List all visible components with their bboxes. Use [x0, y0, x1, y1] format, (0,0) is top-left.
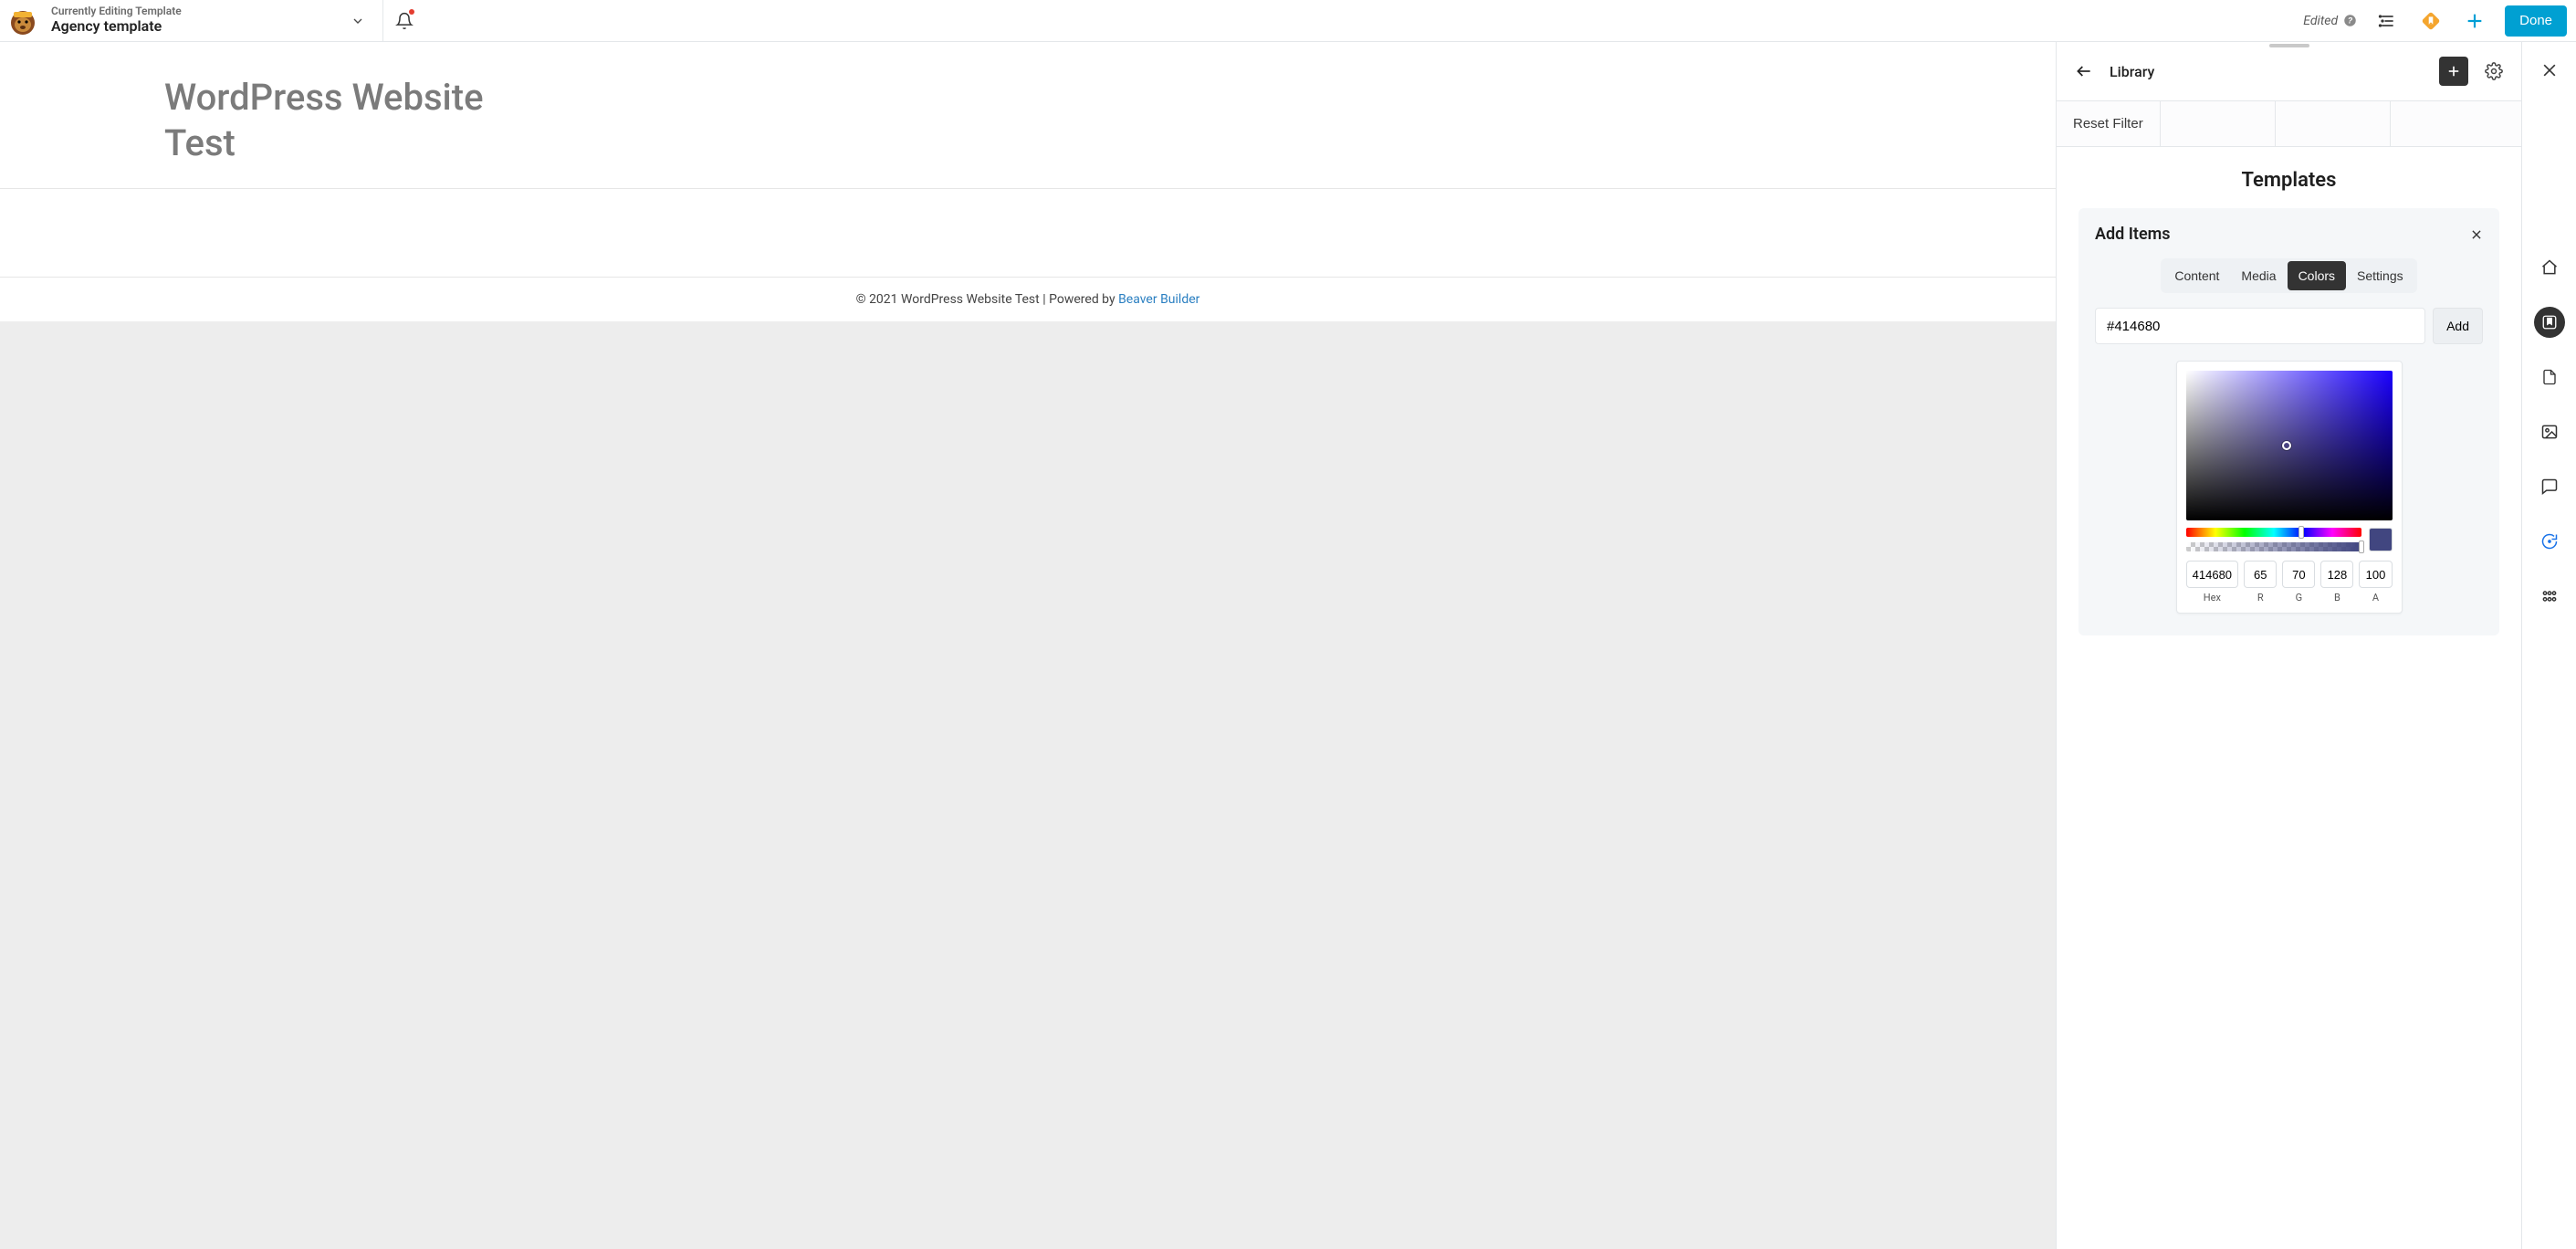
sidebar-media-button[interactable] — [2534, 416, 2565, 447]
beaver-logo[interactable] — [5, 4, 40, 38]
color-value-inputs: Hex R G B — [2186, 561, 2393, 604]
plus-icon — [2465, 11, 2485, 31]
add-items-card: Add Items Content Media Colors Settings — [2079, 208, 2499, 635]
template-name: Agency template — [51, 18, 182, 35]
bookmark-icon — [2541, 314, 2558, 331]
title-block: Currently Editing Template Agency templa… — [51, 5, 182, 35]
topbar-left: Currently Editing Template Agency templa… — [0, 0, 383, 41]
picker-b-label: B — [2334, 592, 2340, 604]
apps-grid-icon — [2540, 587, 2559, 605]
sync-icon — [2540, 532, 2559, 551]
hue-thumb-icon[interactable] — [2299, 526, 2304, 539]
sidebar-content-button[interactable] — [2534, 362, 2565, 393]
filter-tab-placeholder — [2391, 101, 2506, 146]
reset-filter-button[interactable]: Reset Filter — [2057, 101, 2161, 146]
outline-icon — [2378, 12, 2396, 30]
picker-r-label: R — [2257, 592, 2264, 604]
page-footer: © 2021 WordPress Website Test | Powered … — [0, 277, 2056, 321]
hue-slider[interactable] — [2186, 528, 2361, 537]
card-close-button[interactable] — [2470, 228, 2483, 241]
add-items-tabs: Content Media Colors Settings — [2095, 258, 2483, 293]
panel-title: Library — [2110, 63, 2154, 80]
alpha-thumb-icon[interactable] — [2359, 541, 2364, 553]
topbar: Currently Editing Template Agency templa… — [0, 0, 2576, 42]
bookmark-diamond-icon — [2421, 11, 2441, 31]
picker-hex-input[interactable] — [2186, 561, 2239, 588]
picker-b-input[interactable] — [2320, 561, 2353, 588]
gear-icon — [2485, 62, 2503, 80]
picker-a-label: A — [2372, 592, 2379, 604]
panel-header: Library — [2057, 47, 2521, 101]
color-swatch — [2369, 528, 2393, 551]
card-title: Add Items — [2095, 225, 2171, 244]
edited-label: Edited — [2303, 14, 2338, 28]
outline-button[interactable] — [2373, 7, 2401, 35]
filter-tab-placeholder — [2276, 101, 2391, 146]
tab-settings[interactable]: Settings — [2346, 261, 2414, 290]
picker-r-input[interactable] — [2244, 561, 2277, 588]
filter-tab-placeholder — [2161, 101, 2276, 146]
tab-content[interactable]: Content — [2163, 261, 2230, 290]
sv-thumb-icon[interactable] — [2282, 441, 2291, 450]
hex-input[interactable] — [2095, 308, 2425, 344]
panel-add-button[interactable] — [2439, 57, 2468, 86]
notifications-button[interactable] — [383, 0, 425, 41]
page-hero: WordPress Website Test — [0, 42, 2056, 189]
panel-settings-button[interactable] — [2481, 58, 2507, 84]
footer-text: © 2021 WordPress Website Test | Powered … — [856, 292, 1118, 307]
arrow-left-icon — [2075, 62, 2093, 80]
picker-hex-label: Hex — [2204, 592, 2221, 604]
hex-input-row: Add — [2095, 308, 2483, 344]
card-header: Add Items — [2095, 225, 2483, 244]
add-content-button[interactable] — [2461, 7, 2488, 35]
assistant-button[interactable] — [2417, 7, 2445, 35]
picker-g-label: G — [2296, 592, 2303, 604]
picker-g-input[interactable] — [2282, 561, 2315, 588]
home-icon — [2540, 258, 2559, 277]
page-empty-row — [0, 189, 2056, 277]
sidebar-comments-button[interactable] — [2534, 471, 2565, 502]
panel-filter-row: Reset Filter — [2057, 101, 2521, 147]
picker-a-input[interactable] — [2359, 561, 2392, 588]
assistant-sidebar — [2521, 42, 2576, 1249]
done-button[interactable]: Done — [2505, 5, 2567, 37]
image-icon — [2540, 423, 2559, 441]
sidebar-apps-button[interactable] — [2534, 581, 2565, 612]
page-canvas: WordPress Website Test © 2021 WordPress … — [0, 42, 2056, 1249]
tab-colors[interactable]: Colors — [2288, 261, 2346, 290]
sidebar-updates-button[interactable] — [2534, 526, 2565, 557]
tab-media[interactable]: Media — [2230, 261, 2287, 290]
document-icon — [2541, 368, 2558, 386]
section-title: Templates — [2057, 162, 2521, 208]
template-dropdown-button[interactable] — [342, 5, 373, 37]
editing-label: Currently Editing Template — [51, 5, 182, 18]
svg-text:?: ? — [2348, 16, 2353, 26]
help-icon[interactable]: ? — [2343, 14, 2357, 27]
add-color-button[interactable]: Add — [2433, 308, 2483, 344]
color-picker: Hex R G B — [2176, 361, 2403, 614]
sidebar-home-button[interactable] — [2534, 252, 2565, 283]
close-icon — [2470, 228, 2483, 241]
sidebar-close-button[interactable] — [2534, 55, 2565, 86]
notification-dot-icon — [409, 9, 414, 15]
topbar-right: Edited ? Done — [2303, 0, 2576, 41]
page-heading: WordPress Website Test — [164, 75, 2056, 166]
panel-body: Templates Add Items Content Media Colors… — [2057, 147, 2521, 1249]
close-icon — [2540, 61, 2559, 79]
panel-back-button[interactable] — [2071, 58, 2097, 84]
chat-icon — [2540, 478, 2559, 496]
edited-indicator: Edited ? — [2303, 14, 2357, 28]
saturation-value-area[interactable] — [2186, 371, 2393, 520]
sidebar-library-button[interactable] — [2534, 307, 2565, 338]
workspace: WordPress Website Test © 2021 WordPress … — [0, 42, 2576, 1249]
alpha-slider[interactable] — [2186, 542, 2361, 551]
footer-link[interactable]: Beaver Builder — [1118, 292, 1199, 307]
chevron-down-icon — [351, 14, 365, 28]
library-panel: Library Reset Filter Templates Add Items — [2056, 42, 2521, 1249]
plus-icon — [2445, 63, 2462, 79]
